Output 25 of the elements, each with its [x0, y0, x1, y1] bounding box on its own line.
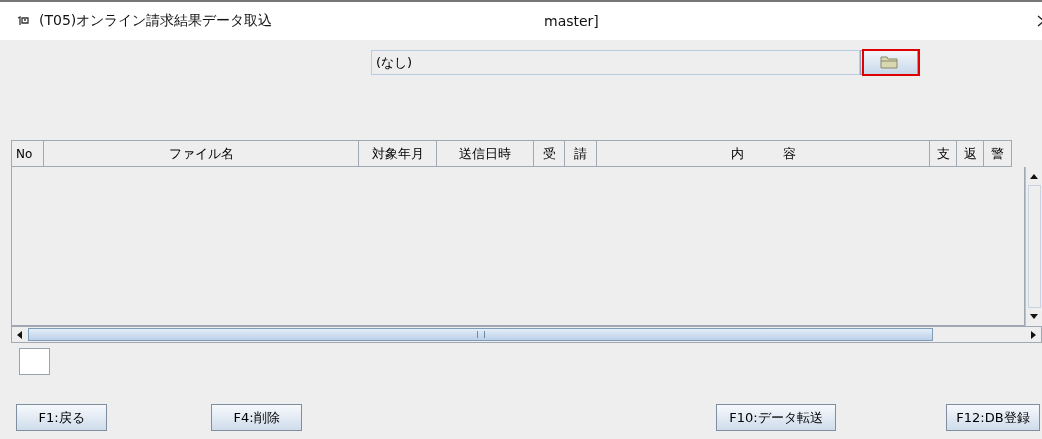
function-key-button[interactable]: F10:データ転送	[716, 404, 836, 431]
function-key-button[interactable]: F12:DB登録	[946, 404, 1040, 431]
column-header: No	[12, 141, 44, 167]
window-title: (T05)オンライン請求結果データ取込	[39, 12, 274, 30]
column-header: 内 容	[597, 141, 930, 167]
column-header: 受	[534, 141, 565, 167]
app-icon	[17, 16, 31, 26]
folder-icon	[880, 55, 898, 69]
small-input-field[interactable]	[19, 348, 50, 375]
column-header: 支	[930, 141, 957, 167]
function-key-button[interactable]: F1:戻る	[16, 404, 107, 431]
up-arrow-icon[interactable]	[1030, 173, 1038, 179]
left-arrow-icon[interactable]	[16, 330, 22, 339]
window-title-suffix: master]	[544, 13, 600, 29]
right-arrow-icon[interactable]	[1031, 330, 1037, 339]
vertical-scrollbar[interactable]	[1025, 167, 1042, 326]
column-header: 対象年月	[359, 141, 437, 167]
column-header: ファイル名	[44, 141, 359, 167]
column-header: 請	[565, 141, 597, 167]
column-header: 送信日時	[437, 141, 534, 167]
horizontal-scrollbar[interactable]	[11, 326, 1042, 343]
column-header: 返	[957, 141, 984, 167]
function-key-button[interactable]: F4:削除	[211, 404, 302, 431]
down-arrow-icon[interactable]	[1030, 314, 1038, 320]
file-path-field[interactable]: (なし)	[371, 49, 860, 75]
